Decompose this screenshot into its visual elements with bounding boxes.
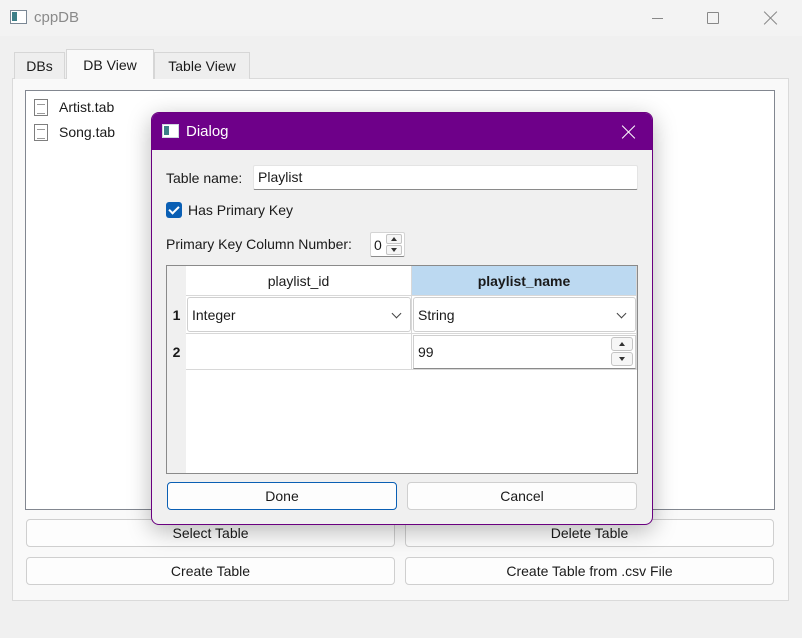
close-window-button[interactable] bbox=[742, 0, 800, 36]
window-title: cppDB bbox=[34, 9, 80, 26]
list-item[interactable]: Artist.tab bbox=[34, 96, 114, 118]
file-name: Song.tab bbox=[59, 124, 116, 140]
close-icon bbox=[764, 11, 778, 25]
arrow-down-icon bbox=[619, 357, 625, 361]
has-primary-key-checkbox[interactable] bbox=[166, 202, 182, 218]
create-table-button[interactable]: Create Table bbox=[26, 557, 395, 585]
arrow-up-icon bbox=[619, 342, 625, 346]
type-dropdown[interactable]: Integer bbox=[187, 297, 411, 332]
tab-db-view[interactable]: DB View bbox=[66, 49, 154, 79]
table-cell[interactable] bbox=[186, 334, 412, 370]
spin-down-button[interactable] bbox=[386, 245, 402, 255]
spinbox-value: 99 bbox=[418, 344, 434, 360]
spin-up-button[interactable] bbox=[611, 337, 633, 351]
app-window-icon bbox=[10, 10, 27, 24]
done-button[interactable]: Done bbox=[167, 482, 397, 510]
minimize-button[interactable] bbox=[628, 0, 686, 36]
create-table-dialog: Dialog Table name: Playlist Has Primary … bbox=[151, 112, 653, 525]
document-icon bbox=[34, 123, 48, 141]
dialog-close-button[interactable] bbox=[606, 113, 652, 150]
chevron-down-icon bbox=[616, 308, 627, 319]
table-name-input[interactable]: Playlist bbox=[253, 165, 638, 190]
primary-key-column-spinbox[interactable]: 0 bbox=[370, 232, 405, 257]
column-definition-table: playlist_id playlist_name 1 2 Integer St… bbox=[166, 265, 638, 474]
table-corner bbox=[167, 266, 186, 296]
cancel-button[interactable]: Cancel bbox=[407, 482, 637, 510]
size-spinbox[interactable]: 99 bbox=[413, 335, 636, 369]
column-header[interactable]: playlist_id bbox=[186, 266, 412, 296]
row-header[interactable]: 2 bbox=[167, 334, 186, 370]
arrow-down-icon bbox=[391, 248, 397, 252]
window-titlebar: cppDB bbox=[0, 0, 802, 36]
column-header-selected[interactable]: playlist_name bbox=[412, 266, 637, 296]
minimize-icon bbox=[651, 17, 663, 19]
row-header[interactable]: 1 bbox=[167, 296, 186, 334]
spin-down-button[interactable] bbox=[611, 352, 633, 366]
primary-key-column-label: Primary Key Column Number: bbox=[166, 236, 352, 252]
list-item[interactable]: Song.tab bbox=[34, 121, 115, 143]
tab-table-view[interactable]: Table View bbox=[154, 52, 250, 79]
arrow-up-icon bbox=[391, 237, 397, 241]
dropdown-value: Integer bbox=[192, 306, 236, 323]
file-name: Artist.tab bbox=[59, 99, 115, 115]
dialog-titlebar: Dialog bbox=[152, 113, 652, 150]
tab-dbs[interactable]: DBs bbox=[14, 52, 65, 79]
type-dropdown[interactable]: String bbox=[413, 297, 636, 332]
dialog-title: Dialog bbox=[186, 123, 229, 140]
table-name-label: Table name: bbox=[166, 170, 243, 186]
create-table-from-csv-button[interactable]: Create Table from .csv File bbox=[405, 557, 774, 585]
maximize-button[interactable] bbox=[684, 0, 742, 36]
chevron-down-icon bbox=[391, 308, 402, 319]
maximize-icon bbox=[707, 12, 719, 24]
document-icon bbox=[34, 98, 48, 116]
close-icon bbox=[622, 125, 636, 139]
spin-up-button[interactable] bbox=[386, 234, 402, 244]
dropdown-value: String bbox=[418, 306, 455, 323]
spinbox-value: 0 bbox=[374, 237, 382, 253]
has-primary-key-label[interactable]: Has Primary Key bbox=[188, 202, 293, 218]
app-window-icon bbox=[162, 124, 179, 138]
